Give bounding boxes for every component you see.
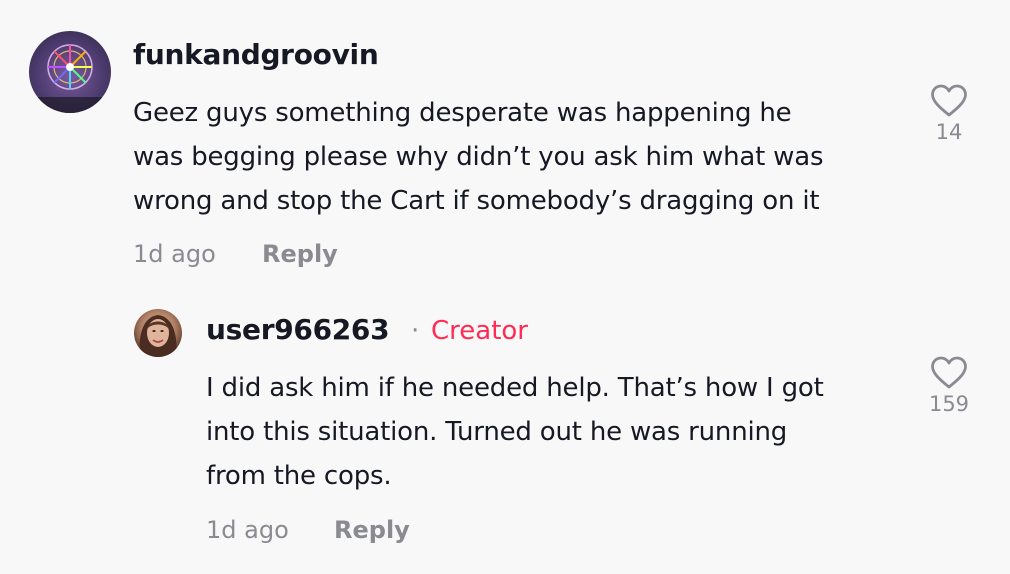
like-button[interactable]: 14 [919, 84, 979, 144]
comment-timestamp: 1d ago [133, 240, 216, 268]
comment-text-line: I did ask him if he needed help. That’s … [206, 373, 824, 403]
separator-dot: · [411, 316, 420, 346]
person-photo-icon [139, 315, 177, 357]
comment-text-line: from the cops. [206, 461, 392, 491]
heart-icon [931, 356, 967, 389]
comment-text-line: into this situation. Turned out he was r… [206, 417, 788, 447]
avatar[interactable] [29, 31, 111, 113]
comment-text: Geez guys something desperate was happen… [133, 91, 903, 223]
comment-username[interactable]: funkandgroovin [133, 38, 379, 71]
like-count: 14 [935, 120, 963, 144]
comment-text-line: wrong and stop the Cart if somebody’s dr… [133, 186, 820, 216]
reply-button[interactable]: Reply [334, 516, 410, 544]
creator-badge: Creator [431, 316, 528, 346]
comment-item: funkandgroovin Geez guys something despe… [0, 0, 1010, 290]
comment-text-line: Geez guys something desperate was happen… [133, 98, 792, 128]
like-button[interactable]: 159 [919, 356, 979, 416]
comment-text: I did ask him if he needed help. That’s … [206, 366, 906, 498]
heart-icon [931, 84, 967, 117]
comment-text-line: was begging please why didn’t you ask hi… [133, 142, 824, 172]
ferris-wheel-icon [29, 44, 111, 113]
like-count: 159 [928, 392, 970, 416]
comment-timestamp: 1d ago [206, 516, 289, 544]
reply-button[interactable]: Reply [262, 240, 338, 268]
avatar[interactable] [134, 309, 182, 357]
comment-username[interactable]: user966263 [206, 313, 390, 346]
